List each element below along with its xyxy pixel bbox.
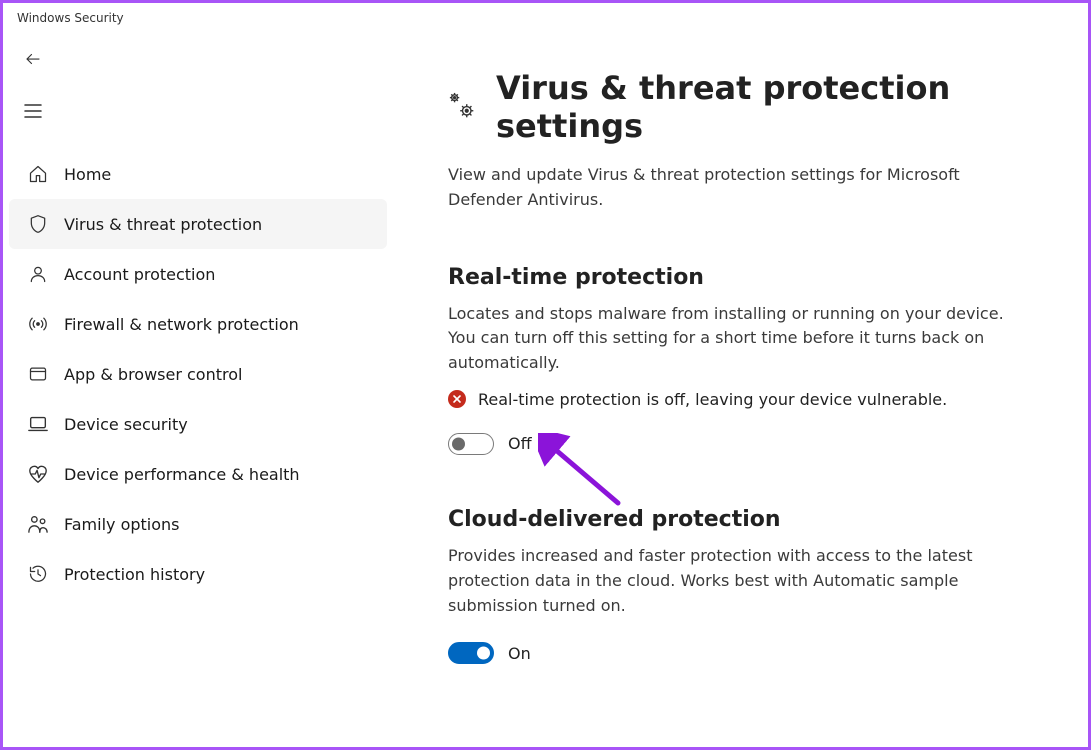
section-realtime: Real-time protection Locates and stops m… [448, 265, 1033, 455]
sidebar-item-history[interactable]: Protection history [9, 549, 387, 599]
laptop-icon [27, 413, 49, 435]
window-title: Windows Security [3, 3, 1088, 29]
people-icon [27, 513, 49, 535]
back-button[interactable] [13, 39, 53, 79]
cloud-toggle[interactable] [448, 642, 494, 664]
gears-icon [448, 92, 478, 122]
section-cloud: Cloud-delivered protection Provides incr… [448, 507, 1033, 664]
sidebar-item-label: Device performance & health [64, 465, 300, 484]
heart-pulse-icon [27, 463, 49, 485]
sidebar-item-appbrowser[interactable]: App & browser control [9, 349, 387, 399]
realtime-toggle-label: Off [508, 434, 532, 453]
warning-text: Real-time protection is off, leaving you… [478, 390, 947, 409]
sidebar-item-virus[interactable]: Virus & threat protection [9, 199, 387, 249]
sidebar-item-device[interactable]: Device security [9, 399, 387, 449]
sidebar-item-performance[interactable]: Device performance & health [9, 449, 387, 499]
section-title: Real-time protection [448, 265, 1033, 290]
sidebar-item-label: Home [64, 165, 111, 184]
antenna-icon [27, 313, 49, 335]
sidebar-item-label: Protection history [64, 565, 205, 584]
section-description: Locates and stops malware from installin… [448, 302, 1008, 376]
window-icon [27, 363, 49, 385]
error-icon [448, 390, 466, 408]
cloud-toggle-label: On [508, 644, 531, 663]
person-icon [27, 263, 49, 285]
main-content: Virus & threat protection settings View … [393, 29, 1088, 747]
home-icon [27, 163, 49, 185]
sidebar-item-label: Virus & threat protection [64, 215, 262, 234]
sidebar-item-label: Family options [64, 515, 180, 534]
warning-row: Real-time protection is off, leaving you… [448, 390, 1033, 409]
realtime-toggle[interactable] [448, 433, 494, 455]
sidebar-item-firewall[interactable]: Firewall & network protection [9, 299, 387, 349]
section-description: Provides increased and faster protection… [448, 544, 1008, 618]
sidebar: Home Virus & threat protection Account p… [3, 29, 393, 747]
nav-list: Home Virus & threat protection Account p… [3, 149, 393, 599]
page-description: View and update Virus & threat protectio… [448, 163, 1008, 213]
sidebar-item-label: Firewall & network protection [64, 315, 299, 334]
arrow-left-icon [24, 50, 42, 68]
sidebar-item-label: App & browser control [64, 365, 242, 384]
sidebar-item-label: Device security [64, 415, 188, 434]
menu-icon [24, 104, 42, 118]
sidebar-item-home[interactable]: Home [9, 149, 387, 199]
history-icon [27, 563, 49, 585]
sidebar-item-account[interactable]: Account protection [9, 249, 387, 299]
sidebar-item-label: Account protection [64, 265, 215, 284]
hamburger-button[interactable] [13, 91, 53, 131]
sidebar-item-family[interactable]: Family options [9, 499, 387, 549]
page-title: Virus & threat protection settings [496, 69, 1033, 145]
shield-icon [27, 213, 49, 235]
section-title: Cloud-delivered protection [448, 507, 1033, 532]
